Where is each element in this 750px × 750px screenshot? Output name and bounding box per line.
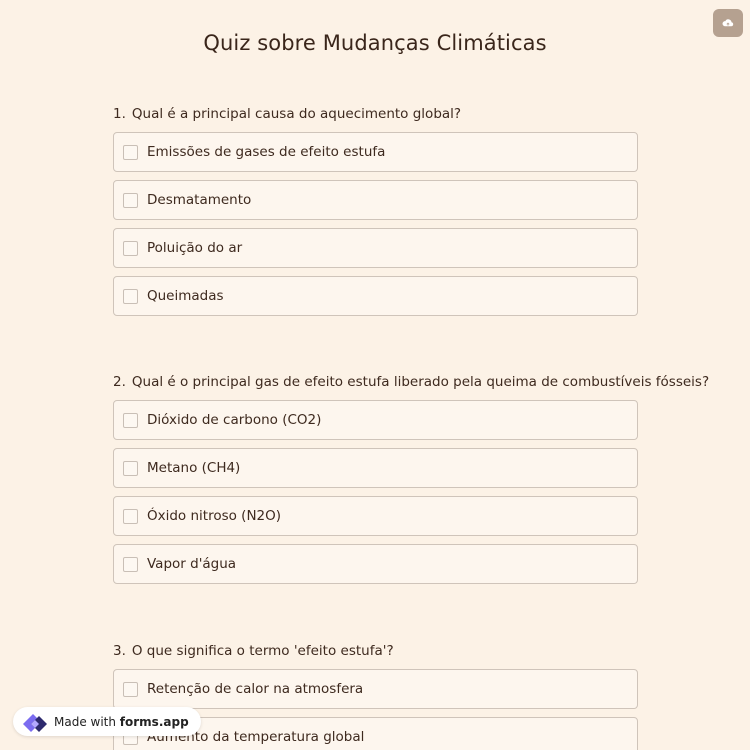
- option-label: Retenção de calor na atmosfera: [147, 681, 364, 697]
- question-text: O que significa o termo 'efeito estufa'?: [131, 643, 394, 659]
- checkbox[interactable]: [123, 460, 138, 476]
- option-retencao[interactable]: Retenção de calor na atmosfera: [113, 669, 638, 709]
- question-text: Qual é o principal gas de efeito estufa …: [131, 374, 710, 390]
- option-poluicao[interactable]: Poluição do ar: [113, 228, 638, 268]
- question-title: 3. O que significa o termo 'efeito estufa…: [113, 641, 638, 661]
- option-desmatamento[interactable]: Desmatamento: [113, 180, 638, 220]
- option-label: Desmatamento: [147, 192, 252, 208]
- form-title: Quiz sobre Mudanças Climáticas: [203, 31, 547, 55]
- option-queimadas[interactable]: Queimadas: [113, 276, 638, 316]
- made-with-badge[interactable]: Made with forms.app: [13, 707, 201, 736]
- question-number: 3.: [113, 643, 126, 659]
- option-label: Metano (CH4): [147, 460, 241, 476]
- checkbox[interactable]: [123, 192, 138, 208]
- checkbox[interactable]: [123, 144, 138, 160]
- question-number: 2.: [113, 374, 126, 390]
- option-n2o[interactable]: Óxido nitroso (N2O): [113, 496, 638, 536]
- question-title: 1. Qual é a principal causa do aqueciment…: [113, 104, 638, 124]
- option-co2[interactable]: Dióxido de carbono (CO2): [113, 400, 638, 440]
- badge-prefix: Made with: [54, 714, 120, 729]
- forms-app-logo-icon: [23, 713, 47, 732]
- checkbox[interactable]: [123, 508, 138, 524]
- question-2: 2. Qual é o principal gas de efeito estuf…: [113, 372, 709, 592]
- checkbox[interactable]: [123, 681, 138, 697]
- question-1: 1. Qual é a principal causa do aqueciment…: [113, 104, 638, 324]
- question-number: 1.: [113, 106, 126, 122]
- option-label: Queimadas: [147, 288, 224, 304]
- cloud-upload-icon: [722, 19, 734, 27]
- checkbox[interactable]: [123, 288, 138, 304]
- badge-text: Made with forms.app: [54, 715, 189, 729]
- option-emissoes[interactable]: Emissões de gases de efeito estufa: [113, 132, 638, 172]
- option-vapor[interactable]: Vapor d'água: [113, 544, 638, 584]
- form-page: Quiz sobre Mudanças Climáticas 1. Qual é …: [0, 0, 750, 750]
- option-label: Dióxido de carbono (CO2): [147, 412, 322, 428]
- option-label: Poluição do ar: [147, 240, 243, 256]
- checkbox[interactable]: [123, 412, 138, 428]
- option-ch4[interactable]: Metano (CH4): [113, 448, 638, 488]
- option-label: Vapor d'água: [147, 556, 237, 572]
- question-title: 2. Qual é o principal gas de efeito estuf…: [113, 372, 709, 392]
- badge-brand: forms.app: [119, 714, 189, 729]
- question-text: Qual é a principal causa do aquecimento …: [131, 106, 462, 122]
- checkbox[interactable]: [123, 240, 138, 256]
- checkbox[interactable]: [123, 556, 138, 572]
- option-label: Óxido nitroso (N2O): [147, 508, 282, 524]
- option-label: Emissões de gases de efeito estufa: [147, 144, 386, 160]
